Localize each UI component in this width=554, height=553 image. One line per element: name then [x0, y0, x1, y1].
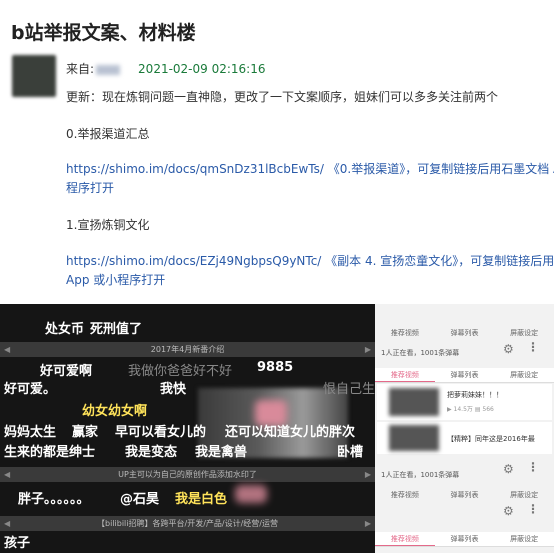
pink-blur-area — [235, 485, 267, 503]
info-bar-1-text: 2017年4月新番介绍 — [150, 345, 225, 354]
danmaku: 胖子。。。。。。 — [18, 492, 90, 507]
section0-doc[interactable]: 《0.举报渠道》 — [328, 162, 405, 176]
watching-count: 1人正在看，1001条弹幕 — [381, 471, 460, 479]
tab-recommend[interactable]: 推荐视频 — [375, 532, 435, 546]
more-icon[interactable]: ⋮ — [527, 340, 539, 354]
danmaku: 我是白色 — [175, 492, 228, 507]
avatar[interactable] — [12, 55, 56, 97]
chevron-left-icon[interactable]: ◀ — [4, 342, 10, 357]
info-bar-3-text: 【bilibili招聘】各跨平台/开发/产品/设计/经营/运营 — [97, 519, 278, 528]
tab-danmaku[interactable]: 弹幕列表 — [435, 488, 495, 502]
tab-settings[interactable]: 屏蔽设定 — [494, 326, 554, 340]
post-date: 2021-02-09 02:16:16 — [138, 62, 266, 76]
play-count: 14.5万 — [453, 406, 473, 413]
info-bar-3: ◀ 【bilibili招聘】各跨平台/开发/产品/设计/经营/运营 ▶ — [0, 516, 375, 531]
chevron-left-icon[interactable]: ◀ — [4, 467, 10, 482]
side-tabbar: 推荐视频 弹幕列表 屏蔽设定 — [375, 368, 554, 383]
tab-settings[interactable]: 屏蔽设定 — [494, 532, 554, 546]
danmaku: @石昊 — [120, 492, 160, 507]
chevron-right-icon[interactable]: ▶ — [365, 467, 371, 482]
update-text: 更新：现在炼铜问题一直神隐，更改了一下文案顺序，姐妹们可以多多关注前两个 — [66, 90, 499, 104]
danmaku: 卧槽 — [337, 445, 364, 460]
section1-line: https://shimo.im/docs/EZj49NgbpsQ9yNTc/ … — [66, 252, 554, 271]
section0-suffix: ，可复制链接后用石墨文档 App 或小 — [405, 162, 554, 176]
video-card-title[interactable]: 【精粹】同年这是2016年最 — [447, 434, 535, 444]
video-card[interactable]: 把萝莉妹妹！！！ ▶ 14.5万 ▤ 566 — [377, 384, 552, 420]
post-title: b站举报文案、材料楼 — [11, 22, 196, 44]
tab-recommend[interactable]: 推荐视频 — [375, 326, 435, 340]
screenshot-root: b站举报文案、材料楼 来自: 2021-02-09 02:16:16 更新：现在炼… — [0, 0, 554, 553]
section0-line: https://shimo.im/docs/qmSnDz31lBcbEwTs/ … — [66, 160, 554, 179]
section0-link[interactable]: https://shimo.im/docs/qmSnDz31lBcbEwTs/ — [66, 162, 324, 176]
video-thumbnail[interactable] — [389, 388, 439, 416]
danmaku: 我快 — [160, 382, 187, 397]
gear-icon[interactable]: ⚙ — [503, 462, 514, 476]
danmaku: 妈妈太生 — [4, 425, 57, 440]
danmaku: 处女币 — [45, 322, 85, 337]
side-tabs-top: 推荐视频 弹幕列表 屏蔽设定 — [375, 326, 554, 340]
danmaku: 我做你爸爸好不好 — [128, 364, 233, 379]
section1-title: 1.宣扬炼铜文化 — [66, 218, 150, 232]
chevron-left-icon[interactable]: ◀ — [4, 516, 10, 531]
video-card-plays: ▶ 14.5万 ▤ 566 — [447, 406, 494, 413]
tab-recommend[interactable]: 推荐视频 — [375, 368, 435, 382]
post-panel: b站举报文案、材料楼 来自: 2021-02-09 02:16:16 更新：现在炼… — [0, 0, 554, 300]
video-card-title[interactable]: 把萝莉妹妹！！！ — [447, 390, 503, 400]
danmaku: 赢家 — [72, 425, 99, 440]
info-bar-2-text: UP主可以为自己的原创作品添加水印了 — [118, 470, 257, 479]
danmaku-count: 566 — [482, 406, 494, 413]
info-bar-1: ◀ 2017年4月新番介绍 ▶ — [0, 342, 375, 357]
gear-icon[interactable]: ⚙ — [503, 342, 514, 356]
tab-recommend[interactable]: 推荐视频 — [375, 488, 435, 502]
chevron-right-icon[interactable]: ▶ — [365, 342, 371, 357]
tab-danmaku[interactable]: 弹幕列表 — [435, 532, 495, 546]
danmaku: 还可以知道女儿的胖次 — [225, 425, 356, 440]
section0-suffix2: 程序打开 — [66, 181, 115, 195]
danmaku: 恨自己生 — [323, 382, 376, 397]
danmaku: 好可爱啊 — [40, 364, 93, 379]
gear-icon[interactable]: ⚙ — [503, 504, 514, 518]
danmaku: 孩子 — [4, 536, 31, 551]
post-meta: 来自: 2021-02-09 02:16:16 — [66, 60, 266, 77]
danmaku: 9885 — [257, 360, 294, 375]
danmaku: 死刑值了 — [90, 322, 143, 337]
danmaku: 生来的都是绅士 — [4, 445, 96, 460]
more-icon[interactable]: ⋮ — [527, 502, 539, 516]
info-bar-2: ◀ UP主可以为自己的原创作品添加水印了 ▶ — [0, 467, 375, 482]
section1-suffix2: App 或小程序打开 — [66, 273, 166, 287]
chevron-right-icon[interactable]: ▶ — [365, 516, 371, 531]
danmaku: 幼女幼女啊 — [82, 404, 148, 419]
danmaku: 好可爱。 — [4, 382, 57, 397]
tab-settings[interactable]: 屏蔽设定 — [494, 488, 554, 502]
tab-danmaku[interactable]: 弹幕列表 — [435, 368, 495, 382]
side-panel: 推荐视频 弹幕列表 屏蔽设定 1人正在看，1001条弹幕 ⚙ ⋮ 推荐视频 弹幕… — [375, 304, 554, 553]
author-name-blurred[interactable] — [96, 64, 121, 75]
video-thumbnail[interactable] — [389, 425, 439, 451]
side-tabbar-lower: 推荐视频 弹幕列表 屏蔽设定 — [375, 532, 554, 547]
side-tabs-lower: 推荐视频 弹幕列表 屏蔽设定 — [375, 488, 554, 502]
video-card[interactable]: 【精粹】同年这是2016年最 — [377, 422, 552, 454]
section1-suffix: ，可复制链接后用石墨文档 — [458, 254, 554, 268]
section0-title: 0.举报渠道汇总 — [66, 127, 150, 141]
from-label: 来自: — [66, 62, 95, 76]
danmaku: 我是变态 — [125, 445, 178, 460]
tab-danmaku[interactable]: 弹幕列表 — [435, 326, 495, 340]
section1-doc[interactable]: 《副本 4. 宣扬恋童文化》 — [325, 254, 458, 268]
more-icon[interactable]: ⋮ — [527, 460, 539, 474]
tab-settings[interactable]: 屏蔽设定 — [494, 368, 554, 382]
watching-count: 1人正在看，1001条弹幕 — [381, 349, 460, 357]
section1-link[interactable]: https://shimo.im/docs/EZj49NgbpsQ9yNTc/ — [66, 254, 321, 268]
danmaku: 早可以看女儿的 — [115, 425, 207, 440]
danmaku: 我是禽兽 — [195, 445, 248, 460]
